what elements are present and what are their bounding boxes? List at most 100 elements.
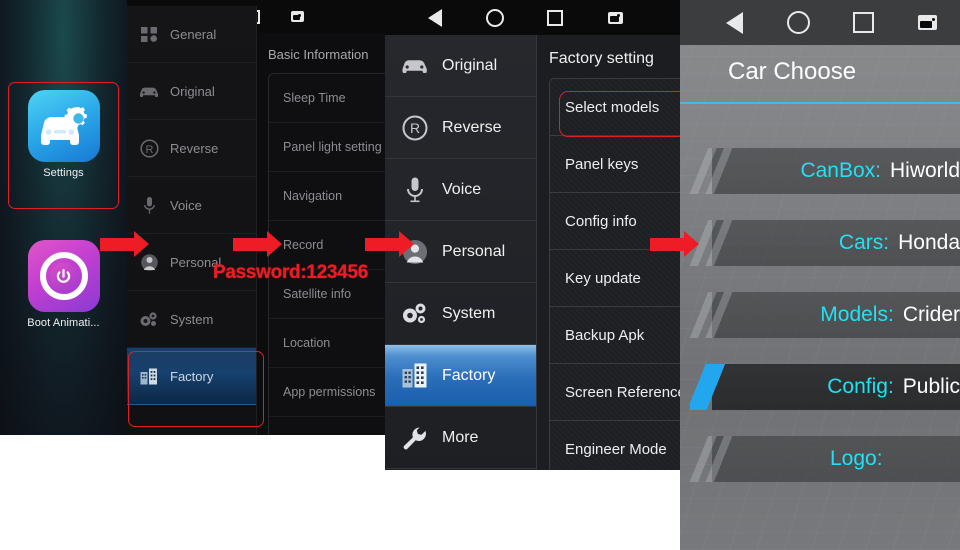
row-key: Cars: (838, 231, 890, 254)
navigation-bar (680, 0, 960, 45)
sidebar-item-label: Voice (442, 180, 482, 198)
panel-factory-settings: Original R Reverse Voice Personal System… (385, 0, 680, 470)
list-item[interactable]: Navigation (269, 172, 385, 221)
page-title: Basic Information (268, 47, 369, 62)
recents-icon[interactable] (831, 12, 896, 33)
factory-icon (137, 368, 161, 385)
car-choose-row-canbox[interactable]: CanBox: Hiworld (690, 148, 960, 194)
factory-list: Select models Panel keys Config info Key… (549, 78, 680, 470)
list-item-screen-reference[interactable]: Screen Reference (550, 364, 680, 421)
sidebar-item-label: Factory (170, 368, 214, 384)
sidebar-item-reverse[interactable]: R Reverse (385, 97, 536, 159)
sidebar-item-factory[interactable]: Factory (127, 348, 256, 405)
flow-arrow-3 (365, 231, 414, 257)
row-label: Sleep Time (283, 91, 346, 105)
row-slash-decoration (690, 148, 732, 194)
sidebar-item-label: Reverse (170, 140, 219, 156)
sidebar-item-system[interactable]: System (127, 291, 256, 348)
list-item-panel-keys[interactable]: Panel keys (550, 136, 680, 193)
sidebar-item-system[interactable]: System (385, 283, 536, 345)
screenshot-icon[interactable] (585, 11, 645, 24)
home-icon[interactable] (465, 8, 525, 27)
row-label: Satellite info (283, 287, 352, 301)
panel-launcher: Settings Boot Animati... (0, 0, 127, 435)
car-choose-row-config[interactable]: Config: Public (690, 364, 960, 410)
row-value: Crider (902, 303, 960, 326)
page-title: Car Choose (728, 58, 857, 85)
back-icon[interactable] (702, 11, 767, 34)
reverse-r-icon: R (398, 115, 432, 141)
sidebar-item-general[interactable]: General (127, 6, 256, 63)
list-item[interactable]: App permissions (269, 368, 385, 417)
page-title: Factory setting (549, 50, 654, 67)
sidebar-item-label: Original (170, 83, 215, 99)
row-slash-decoration (690, 436, 732, 482)
row-key: Config: (827, 375, 894, 398)
row-label: App permissions (283, 385, 376, 399)
flow-arrow-4 (650, 231, 699, 257)
gears-icon (137, 310, 161, 329)
list-item[interactable]: Location (269, 319, 385, 368)
row-label: Panel light setting (283, 140, 382, 154)
reverse-r-icon: R (137, 138, 161, 158)
sidebar-item-label: Reverse (442, 118, 502, 136)
password-annotation: Password:123456 (213, 262, 368, 283)
panel-car-choose: Car Choose CanBox: Hiworld Cars: Honda M… (680, 0, 960, 550)
gears-icon (398, 301, 432, 327)
flow-arrow-1 (100, 231, 149, 257)
screenshot-icon[interactable] (275, 11, 319, 22)
app-label: Settings (43, 167, 84, 179)
row-key: Logo: (830, 447, 883, 470)
row-label: Select models (565, 98, 660, 116)
sidebar-item-label: Original (442, 56, 498, 74)
row-label: Navigation (283, 189, 343, 203)
sidebar-item-label: General (170, 26, 217, 42)
sidebar-item-more[interactable]: More (385, 407, 536, 469)
list-item[interactable]: Sleep Time (269, 74, 385, 123)
car-choose-row-logo[interactable]: Logo: (690, 436, 960, 482)
factory-icon (398, 363, 432, 388)
sidebar-item-label: System (442, 304, 496, 322)
sidebar-item-voice[interactable]: Voice (385, 159, 536, 221)
row-value: Public (902, 375, 960, 398)
home-icon[interactable] (767, 11, 832, 34)
list-item[interactable]: Panel light setting (269, 123, 385, 172)
sidebar-item-original[interactable]: Original (127, 63, 256, 120)
title-divider (680, 102, 960, 104)
svg-text:R: R (410, 120, 420, 136)
row-label: Engineer Mode (565, 440, 667, 458)
app-tile-settings[interactable]: Settings (0, 90, 127, 179)
car-choose-row-cars[interactable]: Cars: Honda (690, 220, 960, 266)
row-label: Screen Reference (565, 383, 680, 401)
sidebar-item-original[interactable]: Original (385, 35, 536, 97)
sidebar-item-voice[interactable]: Voice (127, 177, 256, 234)
power-glyph (50, 262, 77, 290)
sidebar-item-reverse[interactable]: R Reverse (127, 120, 256, 177)
sidebar-item-factory[interactable]: Factory (385, 345, 536, 407)
row-value: Hiworld (889, 159, 960, 182)
svg-text:R: R (145, 144, 153, 156)
list-item-key-update[interactable]: Key update (550, 250, 680, 307)
list-item-engineer-mode[interactable]: Engineer Mode (550, 421, 680, 470)
sidebar-item-label: More (442, 428, 479, 446)
screenshot-stage: Settings Boot Animati... General Origina… (0, 0, 960, 550)
sidebar-item-label: Factory (442, 366, 496, 384)
back-icon[interactable] (405, 8, 465, 27)
power-icon (27, 240, 100, 312)
list-item-select-models[interactable]: Select models (550, 79, 680, 136)
panel-settings-basic: General Original R Reverse Voice Persona… (127, 0, 385, 435)
row-label: Backup Apk (565, 326, 645, 344)
general-icon (137, 26, 161, 42)
list-item-backup-apk[interactable]: Backup Apk (550, 307, 680, 364)
recents-icon[interactable] (525, 9, 585, 26)
row-label: Panel keys (565, 155, 639, 173)
car-icon (398, 57, 432, 74)
row-slash-decoration (690, 292, 732, 338)
row-label: Location (283, 336, 331, 350)
settings-sidebar: General Original R Reverse Voice Persona… (127, 6, 257, 435)
car-choose-row-models[interactable]: Models: Crider (690, 292, 960, 338)
row-label: Config info (565, 212, 637, 230)
car-icon (137, 85, 161, 98)
screenshot-icon[interactable] (896, 15, 960, 30)
navigation-bar (385, 0, 680, 35)
